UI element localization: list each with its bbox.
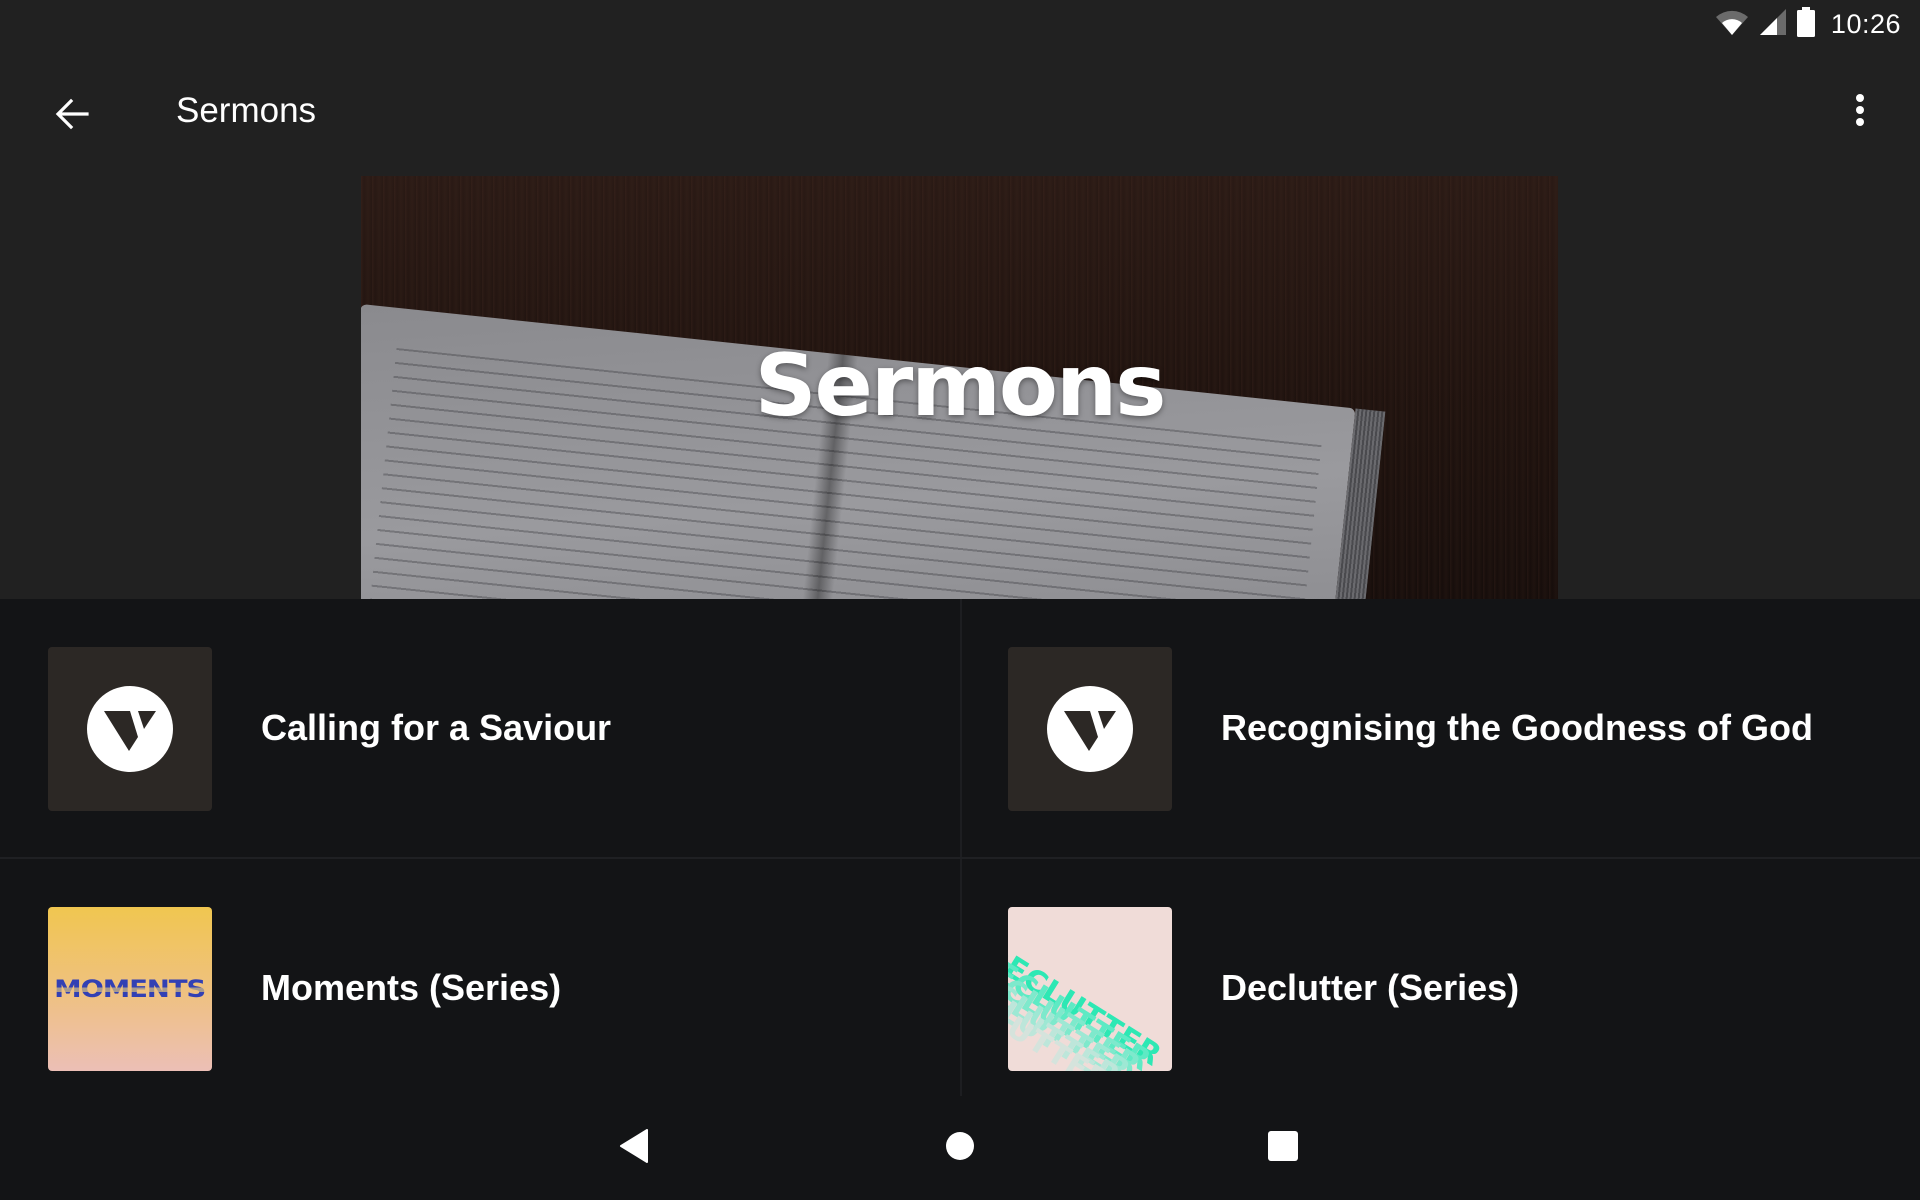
moments-thumbnail: MOMENTS (48, 907, 212, 1071)
sermon-title: Recognising the Goodness of God (1221, 707, 1814, 748)
sermon-item-recognising-the-goodness-of-god[interactable]: Recognising the Goodness of God (960, 599, 1920, 857)
hero-title: Sermons (754, 336, 1167, 436)
hero-banner: Sermons (361, 176, 1558, 599)
cellular-signal-icon (1759, 8, 1787, 41)
app-bar: Sermons (0, 48, 1920, 176)
arrow-back-icon (54, 96, 90, 137)
sermon-item-calling-for-a-saviour[interactable]: Calling for a Saviour (0, 599, 960, 857)
declutter-thumbnail: DECLUTTER DECLUTTER DECLUTTER DECLUTTER … (1008, 907, 1172, 1071)
sermon-item-moments-series[interactable]: MOMENTS Moments (Series) (0, 859, 960, 1117)
battery-icon (1796, 6, 1815, 42)
sermon-title: Moments (Series) (261, 967, 562, 1008)
sermon-title: Calling for a Saviour (261, 707, 612, 748)
back-button[interactable] (44, 88, 100, 144)
page-title: Sermons (176, 91, 317, 130)
nav-recents-button[interactable] (1253, 1118, 1313, 1178)
more-vert-icon (1854, 92, 1866, 133)
v-logo-icon (87, 686, 173, 772)
status-icons: 10:26 (1715, 6, 1901, 42)
sermon-title: Declutter (Series) (1221, 967, 1520, 1008)
sermon-item-declutter-series[interactable]: DECLUTTER DECLUTTER DECLUTTER DECLUTTER … (960, 859, 1920, 1117)
declutter-artwork: DECLUTTER DECLUTTER DECLUTTER DECLUTTER … (1008, 935, 1168, 1071)
status-bar: 10:26 (0, 0, 1920, 48)
nav-home-button[interactable] (930, 1118, 990, 1178)
wifi-icon (1715, 8, 1749, 41)
nav-home-icon (945, 1131, 975, 1166)
moments-artwork-text: MOMENTS (54, 975, 206, 1003)
nav-back-icon (619, 1128, 649, 1168)
status-time: 10:26 (1830, 8, 1901, 39)
hero-area: Sermons (0, 176, 1920, 599)
sermon-thumbnail (48, 647, 212, 811)
overflow-menu-button[interactable] (1836, 88, 1884, 136)
nav-recents-icon (1268, 1130, 1298, 1166)
nav-back-button[interactable] (604, 1118, 664, 1178)
sermon-thumbnail (1008, 647, 1172, 811)
sermon-grid: Calling for a Saviour Recognising the Go… (0, 599, 1920, 1096)
v-logo-icon (1047, 686, 1133, 772)
system-nav-bar (0, 1096, 1920, 1200)
